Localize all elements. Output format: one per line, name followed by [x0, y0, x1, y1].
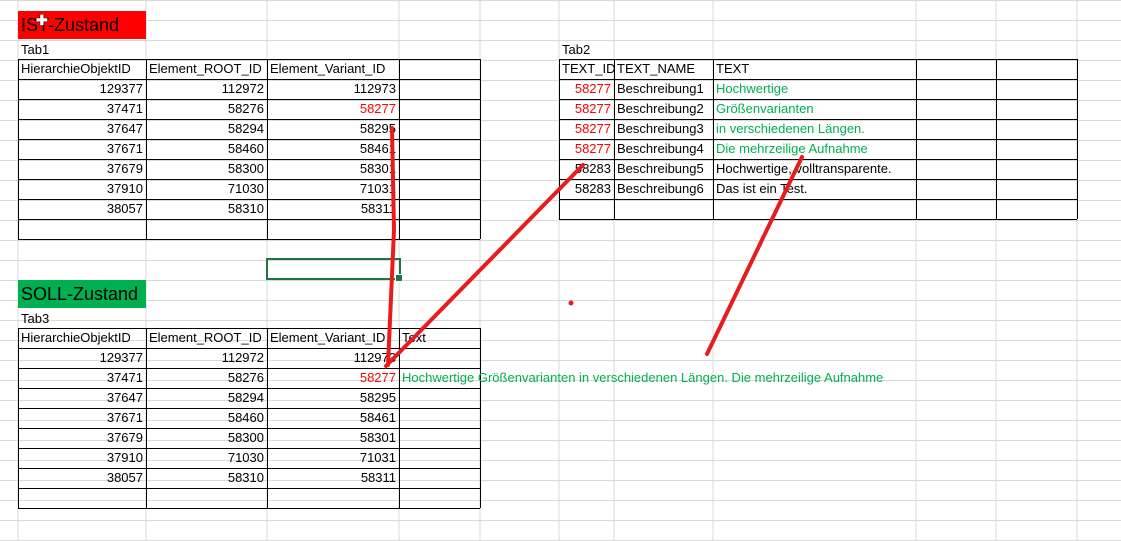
tab2-cell[interactable]: Beschreibung4 [617, 139, 704, 158]
tab2-cell[interactable]: Beschreibung3 [617, 119, 704, 138]
tab2-header-cell[interactable]: TEXT_ID [562, 59, 615, 78]
tab2-cell[interactable]: Das ist ein Test. [716, 179, 808, 198]
tab3-cell[interactable] [267, 488, 396, 507]
tab1-cell[interactable]: 58295 [267, 119, 396, 138]
tab2-cell[interactable]: Größenvarianten [716, 99, 814, 118]
tab1-cell[interactable]: 37471 [18, 99, 143, 118]
tab1-cell[interactable] [18, 219, 143, 238]
tab2-cell[interactable]: Beschreibung6 [617, 179, 704, 198]
tab3-header-cell[interactable]: Element_Variant_ID [270, 328, 385, 347]
tab1-cell[interactable] [267, 219, 396, 238]
tab2-cell[interactable]: Hochwertige, volltransparente. [716, 159, 892, 178]
tab1-cell[interactable]: 71030 [146, 179, 264, 198]
tab1-header-cell[interactable]: Element_ROOT_ID [149, 59, 262, 78]
tab1-cell[interactable] [146, 219, 264, 238]
tab3-cell[interactable]: 58295 [267, 388, 396, 407]
tab3-cell[interactable]: 129377 [18, 348, 143, 367]
tab1-cell[interactable]: 58276 [146, 99, 264, 118]
tab3-cell[interactable]: 37471 [18, 368, 143, 387]
tab1-cell[interactable]: 58461 [267, 139, 396, 158]
tab3-cell[interactable]: 58301 [267, 428, 396, 447]
tab3-cell[interactable]: 37910 [18, 448, 143, 467]
tab2-label[interactable]: Tab2 [562, 40, 590, 59]
tab3-cell[interactable] [146, 488, 264, 507]
tab1-cell[interactable]: 37910 [18, 179, 143, 198]
tab1-cell[interactable]: 37679 [18, 159, 143, 178]
tab1-cell[interactable]: 37671 [18, 139, 143, 158]
tab3-header-cell[interactable]: Text [402, 328, 426, 347]
tab2-cell[interactable] [559, 199, 611, 218]
tab2-cell[interactable]: 58283 [559, 179, 611, 198]
fill-handle[interactable] [395, 274, 403, 282]
tab2-cell[interactable]: 58277 [559, 139, 611, 158]
tab2-cell[interactable]: Die mehrzeilige Aufnahme [716, 139, 868, 158]
tab2-cell[interactable]: Beschreibung2 [617, 99, 704, 118]
tab3-label[interactable]: Tab3 [21, 309, 49, 328]
tab1-cell[interactable]: 58277 [267, 99, 396, 118]
tab1-cell[interactable]: 58300 [146, 159, 264, 178]
tab3-cell[interactable]: 58461 [267, 408, 396, 427]
tab3-header-cell[interactable]: HierarchieObjektID [21, 328, 131, 347]
tab2-cell[interactable]: 58277 [559, 99, 611, 118]
tab3-cell[interactable]: Hochwertige Größenvarianten in verschied… [402, 368, 883, 387]
selected-cell[interactable] [266, 258, 403, 282]
tab1-cell[interactable]: 58460 [146, 139, 264, 158]
tab3-cell[interactable]: 37671 [18, 408, 143, 427]
tab3-cell[interactable]: 37647 [18, 388, 143, 407]
tab3-cell[interactable]: 58276 [146, 368, 264, 387]
tab1-cell[interactable]: 129377 [18, 79, 143, 98]
tab3-cell[interactable]: 58294 [146, 388, 264, 407]
tab3-cell[interactable]: 112973 [267, 348, 396, 367]
soll-zustand-banner[interactable]: SOLL-Zustand [18, 280, 146, 308]
tab2-cell[interactable]: Hochwertige [716, 79, 788, 98]
tab1-cell[interactable]: 58294 [146, 119, 264, 138]
tab3-cell[interactable]: 58310 [146, 468, 264, 487]
tab1-label[interactable]: Tab1 [21, 40, 49, 59]
tab2-header-cell[interactable]: TEXT [716, 59, 749, 78]
tab3-cell[interactable]: 37679 [18, 428, 143, 447]
tab1-cell[interactable]: 112972 [146, 79, 264, 98]
tab2-header-cell[interactable]: TEXT_NAME [617, 59, 695, 78]
tab2-cell[interactable]: Beschreibung1 [617, 79, 704, 98]
tab2-cell[interactable]: in verschiedenen Längen. [716, 119, 865, 138]
tab1-header-cell[interactable]: HierarchieObjektID [21, 59, 131, 78]
tab1-cell[interactable]: 112973 [267, 79, 396, 98]
tab3-cell[interactable]: 112972 [146, 348, 264, 367]
tab2-cell[interactable]: 58277 [559, 79, 611, 98]
tab3-cell[interactable]: 71031 [267, 448, 396, 467]
mouse-cursor-icon: ✚ [36, 12, 48, 28]
tab3-cell[interactable]: 58277 [267, 368, 396, 387]
tab1-cell[interactable]: 71031 [267, 179, 396, 198]
tab3-cell[interactable] [18, 488, 143, 507]
tab3-cell[interactable]: 71030 [146, 448, 264, 467]
tab3-cell[interactable]: 38057 [18, 468, 143, 487]
tab1-cell[interactable]: 58311 [267, 199, 396, 218]
tab2-cell[interactable]: 58283 [559, 159, 611, 178]
tab3-header-cell[interactable]: Element_ROOT_ID [149, 328, 262, 347]
tab2-cell[interactable]: 58277 [559, 119, 611, 138]
tab1-cell[interactable]: 37647 [18, 119, 143, 138]
tab1-header-cell[interactable]: Element_Variant_ID [270, 59, 385, 78]
tab1-cell[interactable]: 38057 [18, 199, 143, 218]
tab1-cell[interactable]: 58301 [267, 159, 396, 178]
tab3-cell[interactable]: 58460 [146, 408, 264, 427]
tab3-cell[interactable]: 58300 [146, 428, 264, 447]
tab3-cell[interactable]: 58311 [267, 468, 396, 487]
tab1-cell[interactable]: 58310 [146, 199, 264, 218]
tab2-cell[interactable]: Beschreibung5 [617, 159, 704, 178]
